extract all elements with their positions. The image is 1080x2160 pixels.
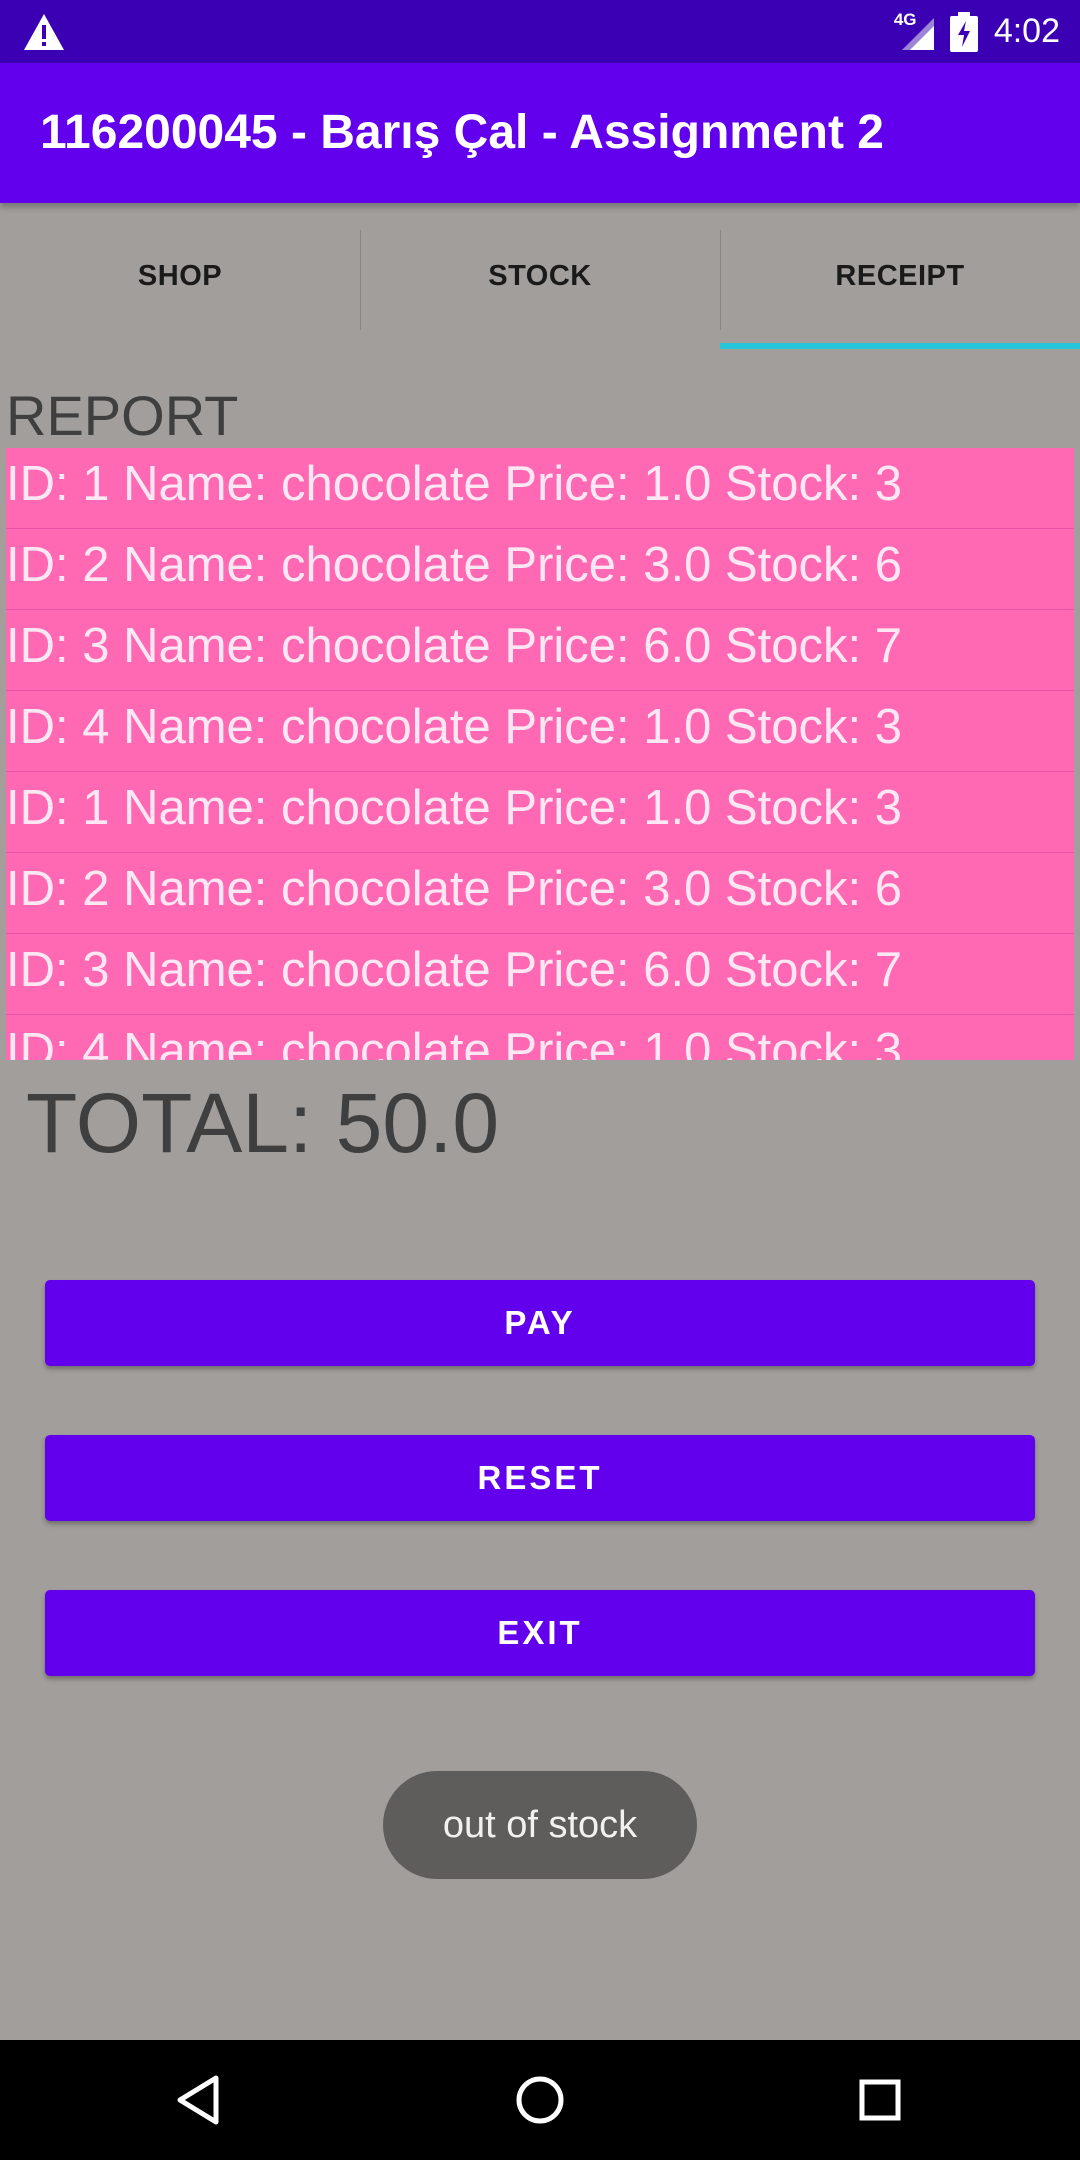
list-item: ID: 1 Name: chocolate Price: 1.0 Stock: … xyxy=(6,448,1074,529)
status-bar: 4G 4:02 xyxy=(0,0,1080,63)
tab-stock[interactable]: STOCK xyxy=(360,203,720,349)
app-bar: 116200045 - Barış Çal - Assignment 2 xyxy=(0,63,1080,203)
total-label: TOTAL: 50.0 xyxy=(26,1076,500,1170)
reset-button[interactable]: RESET xyxy=(45,1435,1035,1521)
app-title: 116200045 - Barış Çal - Assignment 2 xyxy=(40,106,884,159)
home-icon[interactable] xyxy=(510,2070,570,2130)
pay-button[interactable]: PAY xyxy=(45,1280,1035,1366)
back-icon[interactable] xyxy=(170,2070,230,2130)
status-clock: 4:02 xyxy=(993,12,1060,50)
battery-icon xyxy=(949,11,978,52)
tab-shop[interactable]: SHOP xyxy=(0,203,360,349)
report-list[interactable]: ID: 1 Name: chocolate Price: 1.0 Stock: … xyxy=(6,448,1074,1060)
list-item: ID: 3 Name: chocolate Price: 6.0 Stock: … xyxy=(6,934,1074,1015)
toast-message: out of stock xyxy=(383,1771,697,1879)
list-item: ID: 4 Name: chocolate Price: 1.0 Stock: … xyxy=(6,1015,1074,1060)
list-item: ID: 3 Name: chocolate Price: 6.0 Stock: … xyxy=(6,610,1074,691)
recents-icon[interactable] xyxy=(850,2070,910,2130)
tab-bar: SHOP STOCK RECEIPT xyxy=(0,203,1080,349)
list-item: ID: 2 Name: chocolate Price: 3.0 Stock: … xyxy=(6,853,1074,934)
signal-icon: 4G xyxy=(894,10,940,54)
report-label: REPORT xyxy=(6,384,239,447)
warning-icon xyxy=(24,14,64,50)
tab-receipt[interactable]: RECEIPT xyxy=(720,203,1080,349)
list-item: ID: 4 Name: chocolate Price: 1.0 Stock: … xyxy=(6,691,1074,772)
exit-button[interactable]: EXIT xyxy=(45,1590,1035,1676)
list-item: ID: 1 Name: chocolate Price: 1.0 Stock: … xyxy=(6,772,1074,853)
list-item: ID: 2 Name: chocolate Price: 3.0 Stock: … xyxy=(6,529,1074,610)
navigation-bar xyxy=(0,2040,1080,2160)
